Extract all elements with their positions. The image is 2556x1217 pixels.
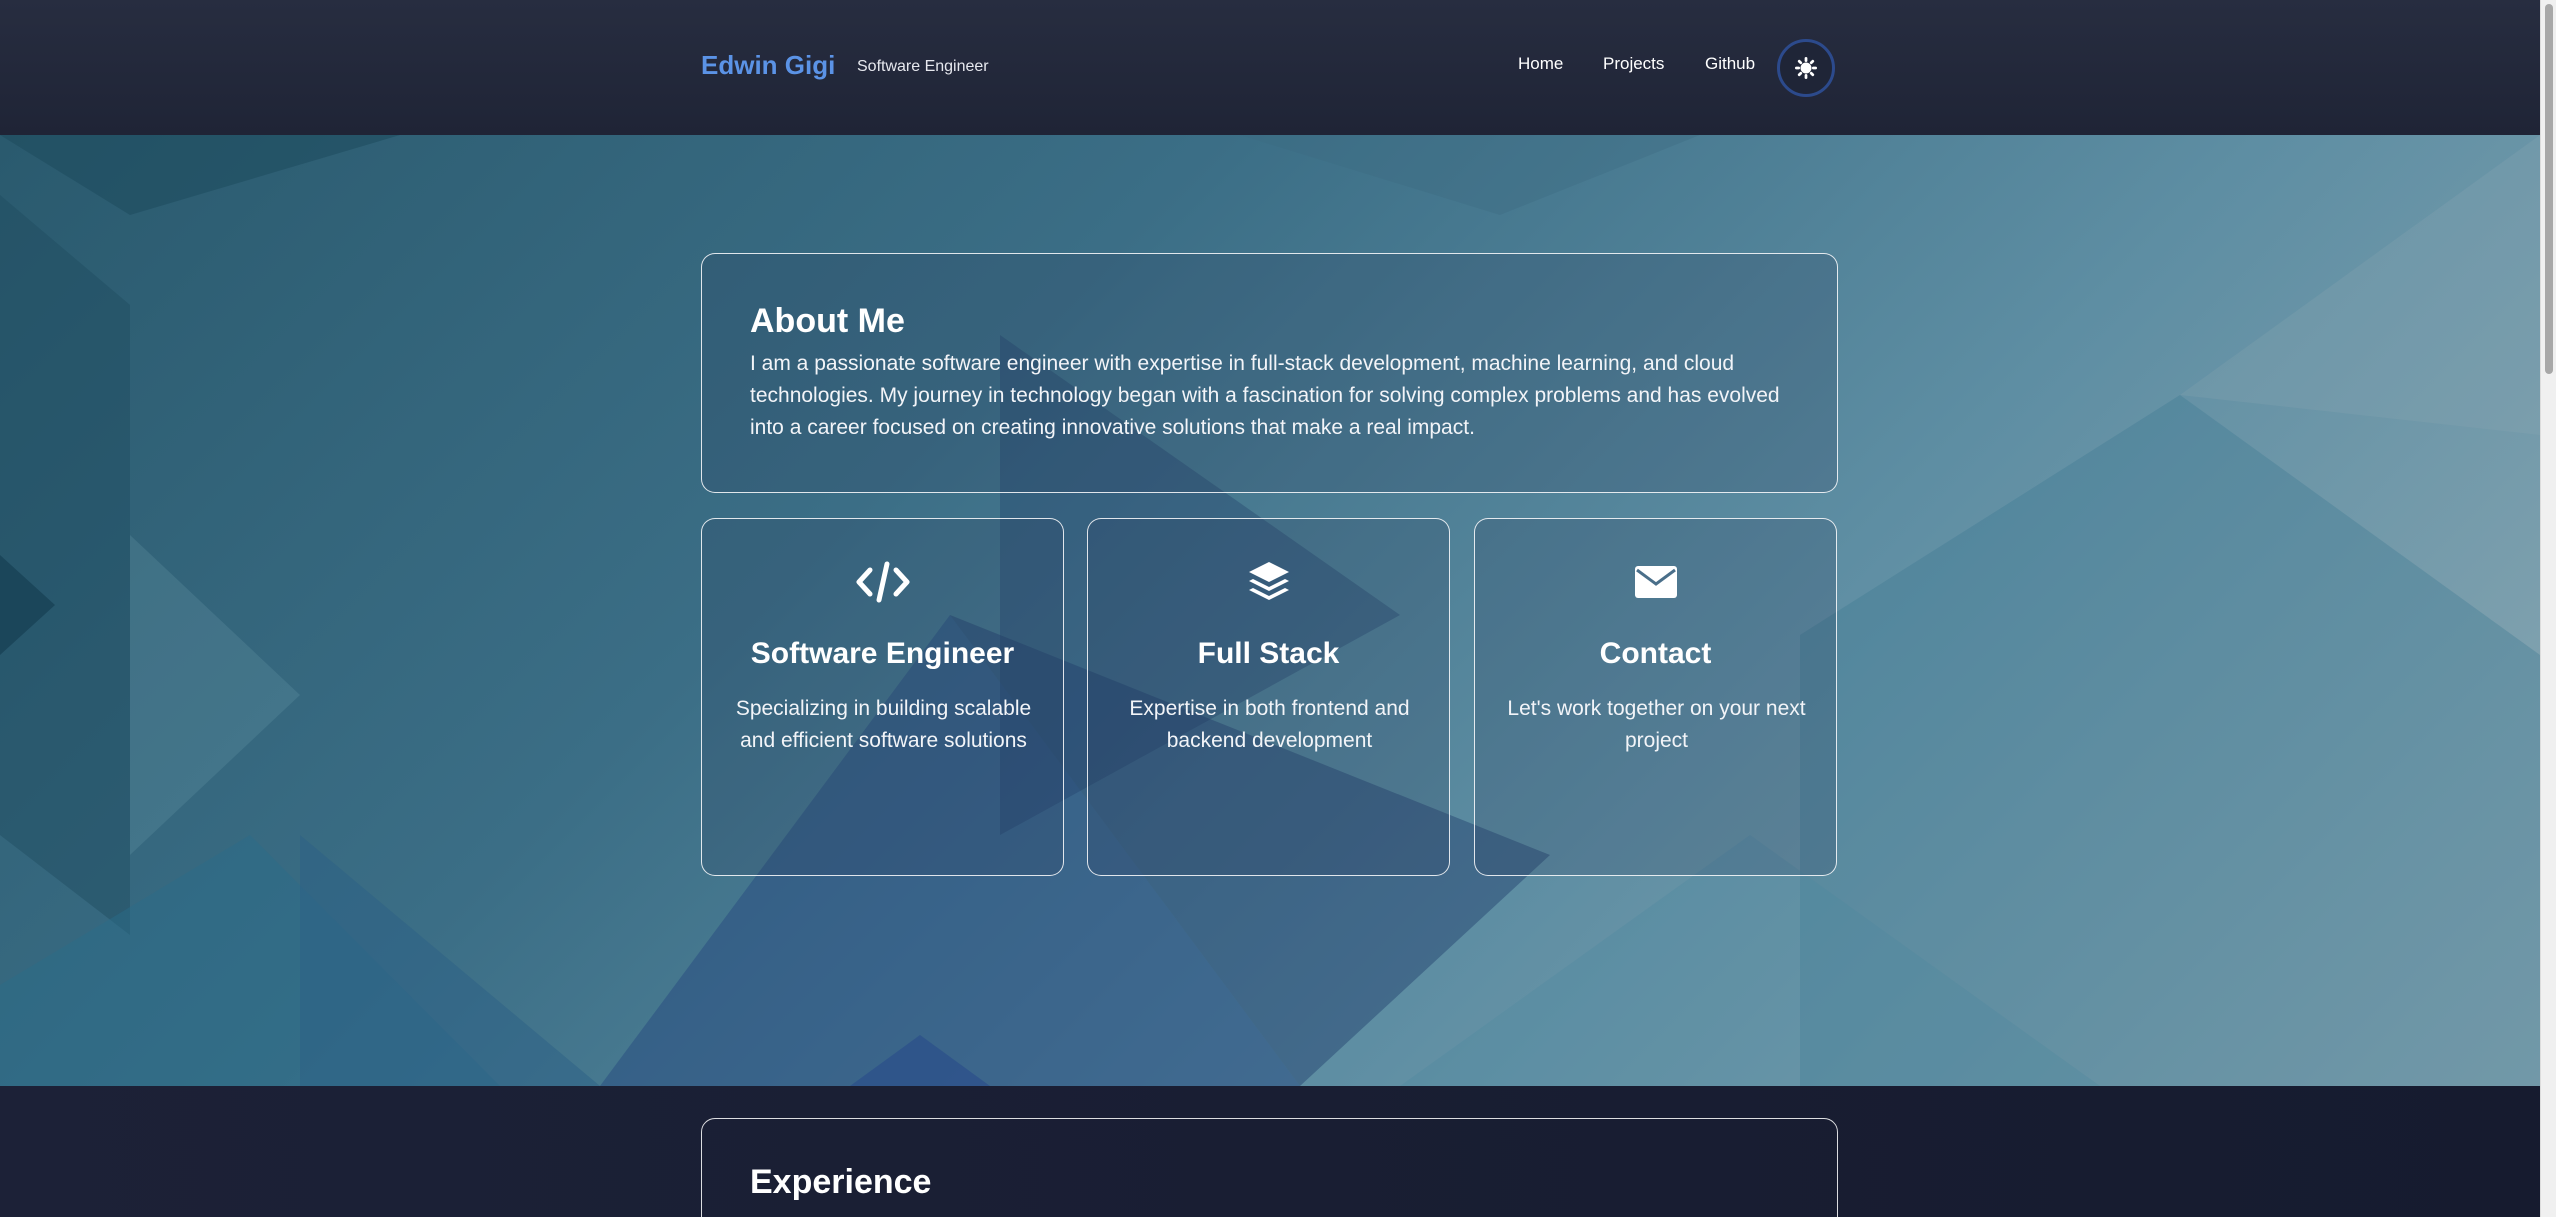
about-text: I am a passionate software engineer with… <box>750 352 1780 439</box>
brand-logo[interactable]: Edwin Gigi <box>701 50 835 81</box>
layers-icon <box>1088 557 1449 607</box>
header-tagline: Software Engineer <box>857 58 989 75</box>
theme-toggle-button[interactable] <box>1777 39 1835 97</box>
feature-title: Contact <box>1599 637 1712 670</box>
hero-section: About Me I am a passionate software engi… <box>0 135 2540 1086</box>
feature-card-software-engineer: Software Engineer Specializing in buildi… <box>701 518 1064 876</box>
feature-description: Expertise in both frontend and backend d… <box>1129 697 1410 752</box>
nav-home-link[interactable]: Home <box>1518 54 1563 74</box>
sun-icon <box>1795 57 1817 79</box>
page-scrollbar[interactable] <box>2540 0 2556 1217</box>
feature-title: Full Stack <box>1197 637 1340 670</box>
experience-card: Experience <box>701 1118 1838 1217</box>
site-header: Edwin Gigi Software Engineer Home Projec… <box>0 0 2540 135</box>
about-card: About Me I am a passionate software engi… <box>701 253 1838 493</box>
nav-projects-link[interactable]: Projects <box>1603 54 1664 74</box>
feature-description: Specializing in building scalable and ef… <box>735 697 1032 752</box>
scrollbar-thumb[interactable] <box>2545 4 2553 374</box>
code-icon <box>702 557 1063 607</box>
feature-card-contact[interactable]: Contact Let's work together on your next… <box>1474 518 1837 876</box>
feature-description: Let's work together on your next project <box>1507 697 1806 752</box>
experience-section: Experience <box>0 1086 2540 1217</box>
nav-github-link[interactable]: Github <box>1705 54 1755 74</box>
feature-title: Software Engineer <box>750 637 1015 670</box>
experience-title: Experience <box>750 1163 932 1201</box>
feature-card-full-stack: Full Stack Expertise in both frontend an… <box>1087 518 1450 876</box>
about-title: About Me <box>750 302 905 340</box>
envelope-icon <box>1475 557 1836 607</box>
